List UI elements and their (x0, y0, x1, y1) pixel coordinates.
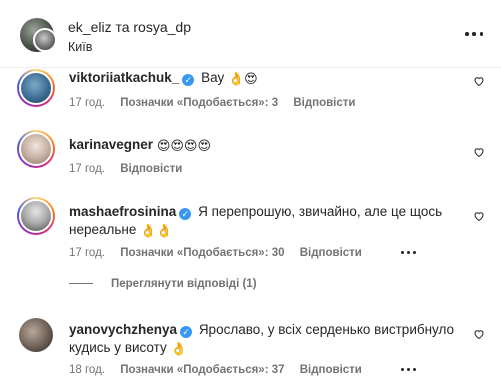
verified-icon: ✓ (179, 208, 192, 220)
comment-username[interactable]: viktoriiatkachuk_ (69, 70, 179, 85)
comment-username[interactable]: mashaefrosinina (69, 204, 176, 219)
comment-text: Вау (201, 70, 225, 85)
heart-icon[interactable] (473, 328, 485, 340)
comment-emoji: 😍😍😍😍 (156, 138, 212, 153)
comment-emoji: 👌👌 (140, 223, 173, 238)
comment-emoji: 👌 (170, 341, 187, 356)
comment-likes[interactable]: Позначки «Подобається»: 37 (120, 364, 284, 376)
comment-time[interactable]: 17 год. (69, 97, 105, 109)
verified-icon: ✓ (182, 74, 195, 86)
comment-meta: 17 год. Позначки «Подобається»: 3 Відпов… (69, 97, 367, 109)
comment-emoji: 👌😍 (227, 71, 258, 86)
heart-icon[interactable] (473, 146, 485, 158)
verified-icon: ✓ (180, 326, 193, 338)
comment-meta: 17 год. Відповісти (69, 163, 194, 175)
view-replies-label: Переглянути відповіді (1) (111, 278, 257, 290)
comment-line: karinavegner 😍😍😍😍 (69, 136, 459, 154)
comment-line: yanovychzhenya ✓ Ярославо, у всіх сердень… (69, 321, 459, 357)
header-location[interactable]: Київ (68, 40, 92, 54)
avatar[interactable] (17, 130, 55, 168)
reply-button[interactable]: Відповісти (120, 163, 182, 175)
post-header: ek_eliz та rosya_dp Київ (0, 0, 501, 68)
more-options-icon[interactable] (465, 27, 483, 41)
heart-icon[interactable] (473, 210, 485, 222)
reply-button[interactable]: Відповісти (293, 97, 355, 109)
comment-username[interactable]: karinavegner (69, 137, 153, 152)
comment-username[interactable]: yanovychzhenya (69, 322, 177, 337)
comment-options-icon[interactable] (401, 368, 417, 372)
comment-options-icon[interactable] (401, 251, 417, 255)
comment-time[interactable]: 17 год. (69, 163, 105, 175)
avatar[interactable] (17, 69, 55, 107)
header-avatar[interactable] (20, 18, 57, 52)
divider (69, 283, 93, 285)
comment-likes[interactable]: Позначки «Подобається»: 3 (120, 97, 278, 109)
comment-line: viktoriiatkachuk_ ✓ Вау 👌😍 (69, 69, 459, 87)
comment-line: mashaefrosinina ✓ Я перепрошую, звичайно,… (69, 203, 459, 239)
heart-icon[interactable] (473, 75, 485, 87)
reply-button[interactable]: Відповісти (300, 364, 362, 376)
header-title[interactable]: ek_eliz та rosya_dp (68, 19, 191, 35)
avatar[interactable] (19, 318, 53, 352)
comment-time[interactable]: 17 год. (69, 247, 105, 259)
avatar[interactable] (17, 197, 55, 235)
reply-button[interactable]: Відповісти (300, 247, 362, 259)
comment-meta: 17 год. Позначки «Подобається»: 30 Відпо… (69, 247, 428, 259)
comment-likes[interactable]: Позначки «Подобається»: 30 (120, 247, 284, 259)
view-replies-button[interactable]: Переглянути відповіді (1) (69, 278, 257, 290)
comment-meta: 18 год. Позначки «Подобається»: 37 Відпо… (69, 364, 428, 376)
comment-time[interactable]: 18 год. (69, 364, 105, 376)
